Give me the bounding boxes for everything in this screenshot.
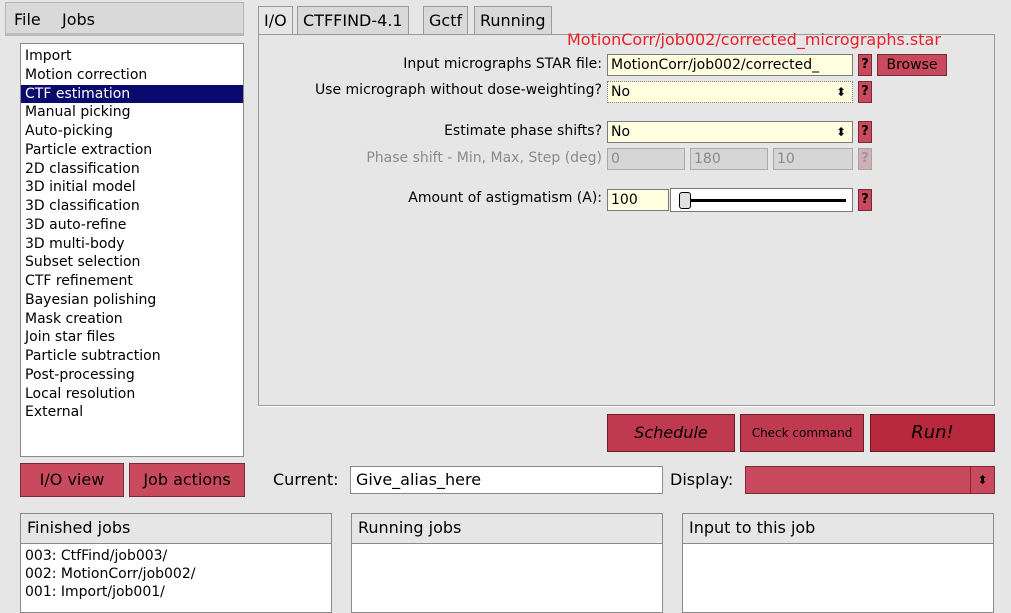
job-type-item[interactable]: Auto-picking: [21, 122, 243, 141]
dose-weighting-value: No: [611, 84, 631, 100]
job-type-item[interactable]: Bayesian polishing: [21, 291, 243, 310]
finished-job-item[interactable]: 002: MotionCorr/job002/: [21, 565, 331, 583]
slider-knob[interactable]: [679, 192, 691, 209]
tab-running[interactable]: Running: [474, 6, 552, 35]
astigmatism-label: Amount of astigmatism (A):: [408, 190, 602, 206]
finished-jobs-header: Finished jobs: [20, 513, 332, 543]
finished-job-item[interactable]: 003: CtfFind/job003/: [21, 547, 331, 565]
phase-shift-select[interactable]: No ⬍: [607, 121, 853, 143]
job-type-item[interactable]: 3D multi-body: [21, 235, 243, 254]
job-type-item[interactable]: Subset selection: [21, 253, 243, 272]
phase-range-label: Phase shift - Min, Max, Step (deg): [366, 150, 602, 166]
finished-jobs-list[interactable]: 003: CtfFind/job003/002: MotionCorr/job0…: [20, 543, 332, 613]
help-icon: ?: [858, 148, 872, 170]
choice-arrow-icon: ⬍: [835, 125, 846, 139]
job-type-item[interactable]: Particle subtraction: [21, 347, 243, 366]
job-type-item[interactable]: External: [21, 403, 243, 422]
help-icon[interactable]: ?: [858, 81, 872, 103]
astigmatism-slider[interactable]: [670, 188, 853, 212]
input-jobs-header: Input to this job: [682, 513, 994, 543]
tab-ctffind[interactable]: CTFFIND-4.1: [297, 6, 409, 35]
tab-gctf[interactable]: Gctf: [423, 6, 469, 35]
run-button[interactable]: Run!: [870, 414, 995, 452]
io-view-button[interactable]: I/O view: [20, 463, 124, 497]
job-type-item[interactable]: 2D classification: [21, 160, 243, 179]
choice-arrow-icon: ⬍: [835, 85, 846, 99]
schedule-button[interactable]: Schedule: [607, 414, 735, 452]
job-type-item[interactable]: Join star files: [21, 328, 243, 347]
job-type-item[interactable]: 3D classification: [21, 197, 243, 216]
display-label: Display:: [670, 470, 734, 489]
phase-shift-value: No: [611, 124, 631, 140]
input-micrographs-field[interactable]: MotionCorr/job002/corrected_: [607, 54, 853, 76]
astigmatism-field[interactable]: 100: [607, 189, 669, 211]
job-type-item[interactable]: Mask creation: [21, 310, 243, 329]
menu-jobs[interactable]: Jobs: [62, 10, 95, 29]
job-type-item[interactable]: 3D auto-refine: [21, 216, 243, 235]
job-type-item[interactable]: Motion correction: [21, 66, 243, 85]
dose-weighting-select[interactable]: No ⬍: [607, 81, 853, 103]
dose-weighting-label: Use micrograph without dose-weighting?: [314, 82, 602, 98]
finished-job-item[interactable]: 001: Import/job001/: [21, 583, 331, 601]
phase-min-field[interactable]: 0: [607, 148, 685, 170]
help-icon[interactable]: ?: [858, 189, 872, 211]
tooltip: MotionCorr/job002/corrected_micrographs.…: [567, 30, 941, 49]
job-type-item[interactable]: Manual picking: [21, 103, 243, 122]
choice-arrow-icon: ⬍: [970, 467, 994, 493]
current-alias-input[interactable]: Give_alias_here: [350, 466, 663, 494]
job-type-list[interactable]: Import Motion correction CTF estimation Man…: [20, 43, 244, 457]
running-jobs-list[interactable]: [351, 543, 663, 613]
help-icon[interactable]: ?: [858, 54, 872, 76]
help-icon[interactable]: ?: [858, 121, 872, 143]
browse-button[interactable]: Browse: [877, 54, 947, 76]
phase-step-field[interactable]: 10: [773, 148, 853, 170]
job-type-item[interactable]: CTF estimation: [21, 84, 243, 104]
input-jobs-list[interactable]: [682, 543, 994, 613]
display-select[interactable]: ⬍: [745, 466, 995, 494]
job-actions-button[interactable]: Job actions: [129, 463, 245, 497]
job-type-item[interactable]: Post-processing: [21, 366, 243, 385]
tab-io[interactable]: I/O: [258, 6, 293, 36]
menu-bar: File Jobs: [5, 2, 244, 36]
check-command-button[interactable]: Check command: [740, 414, 864, 452]
slider-track: [681, 199, 846, 202]
current-label: Current:: [273, 470, 339, 489]
phase-max-field[interactable]: 180: [690, 148, 768, 170]
job-type-item[interactable]: Particle extraction: [21, 141, 243, 160]
job-type-item[interactable]: Local resolution: [21, 385, 243, 404]
job-type-item[interactable]: 3D initial model: [21, 178, 243, 197]
job-type-item[interactable]: Import: [21, 47, 243, 66]
job-type-item[interactable]: CTF refinement: [21, 272, 243, 291]
phase-shift-label: Estimate phase shifts?: [444, 123, 602, 139]
menu-file[interactable]: File: [14, 10, 41, 29]
input-micrographs-label: Input micrographs STAR file:: [403, 56, 602, 72]
running-jobs-header: Running jobs: [351, 513, 663, 543]
